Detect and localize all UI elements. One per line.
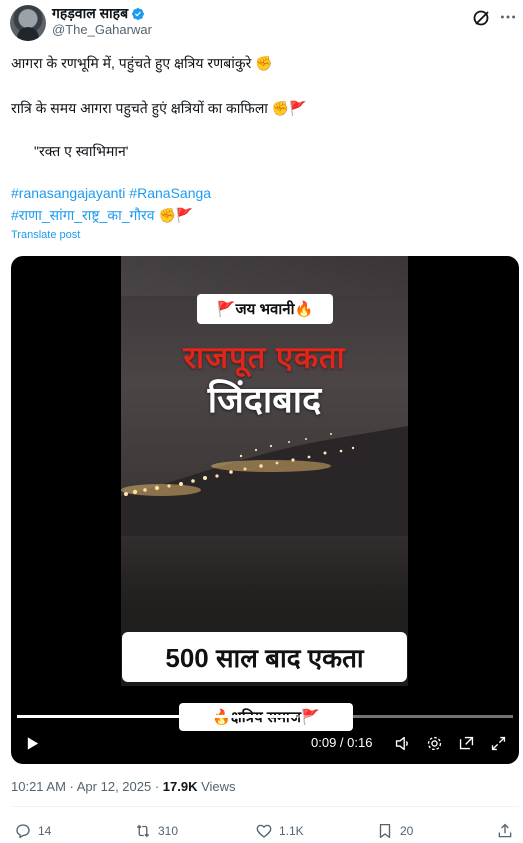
- reply-button[interactable]: 14: [14, 822, 51, 840]
- author-display-name[interactable]: गहड़वाल साहब: [52, 4, 128, 23]
- post-meta: 10:21 AM · Apr 12, 2025 · 17.9K Views: [11, 779, 236, 794]
- night-convoy-lights: [121, 426, 408, 536]
- fullscreen-icon[interactable]: [487, 732, 509, 754]
- overlay-rajput-ekta: राजपूत एकता: [183, 340, 346, 375]
- settings-icon[interactable]: [423, 732, 445, 754]
- video-player[interactable]: 🚩जय भवानी🔥 राजपूत एकता जिंदाबाद 500 साल …: [11, 256, 519, 764]
- author-handle[interactable]: @The_Gaharwar: [52, 22, 152, 37]
- author-name-row: गहड़वाल साहब: [52, 4, 145, 23]
- post-text-line2: रात्रि के समय आगरा पहुचते हुएं क्षत्रियो…: [11, 100, 307, 116]
- views-count: 17.9K: [162, 779, 198, 794]
- like-count: 1.1K: [279, 824, 304, 838]
- repost-button[interactable]: 310: [134, 822, 178, 840]
- bookmark-button[interactable]: 20: [376, 822, 413, 840]
- grok-icon[interactable]: [472, 8, 492, 28]
- verified-badge-icon: [132, 7, 145, 20]
- hashtag-rana-sanga-hindi[interactable]: #राणा_सांगा_राष्ट्र_का_गौरव: [11, 207, 155, 223]
- post-text-line1: आगरा के रणभूमि में, पहुंचते हुए क्षत्रिय…: [11, 55, 273, 71]
- pip-icon[interactable]: [455, 732, 477, 754]
- author-avatar[interactable]: [10, 5, 46, 41]
- overlay-500-saal-banner: 500 साल बाद एकता: [122, 632, 407, 682]
- like-icon: [256, 824, 272, 838]
- post-text-line3: "रक्त ए स्वाभिमान': [34, 143, 129, 159]
- bookmark-count: 20: [400, 824, 414, 838]
- play-icon[interactable]: [21, 732, 43, 754]
- video-time-display: 0:09 / 0:16: [311, 735, 373, 750]
- hashtags-line2-row: #राणा_सांगा_राष्ट्र_का_गौरव ✊🚩: [11, 206, 193, 225]
- more-icon[interactable]: [497, 6, 519, 28]
- share-button[interactable]: [496, 822, 514, 840]
- divider: [11, 806, 519, 807]
- volume-icon[interactable]: [391, 732, 413, 754]
- repost-icon: [136, 824, 150, 838]
- repost-count: 310: [158, 824, 179, 838]
- overlay-zindabad: जिंदाबाद: [207, 379, 322, 420]
- video-progress-fill: [17, 715, 296, 718]
- hashtag-suffix-emoji: ✊🚩: [158, 207, 194, 223]
- video-progress-bar[interactable]: [17, 715, 513, 718]
- translate-post-link[interactable]: Translate post: [11, 229, 80, 241]
- reply-count: 14: [38, 824, 52, 838]
- like-button[interactable]: 1.1K: [255, 822, 304, 840]
- bookmark-icon: [379, 823, 391, 839]
- hashtags-line1[interactable]: #ranasangajayanti #RanaSanga: [11, 185, 211, 201]
- overlay-jai-bhavani: 🚩जय भवानी🔥: [197, 294, 333, 324]
- views-label: Views: [197, 779, 236, 794]
- post-timestamp[interactable]: 10:21 AM · Apr 12, 2025 ·: [11, 779, 163, 794]
- share-icon: [498, 823, 512, 838]
- reply-icon: [16, 824, 30, 839]
